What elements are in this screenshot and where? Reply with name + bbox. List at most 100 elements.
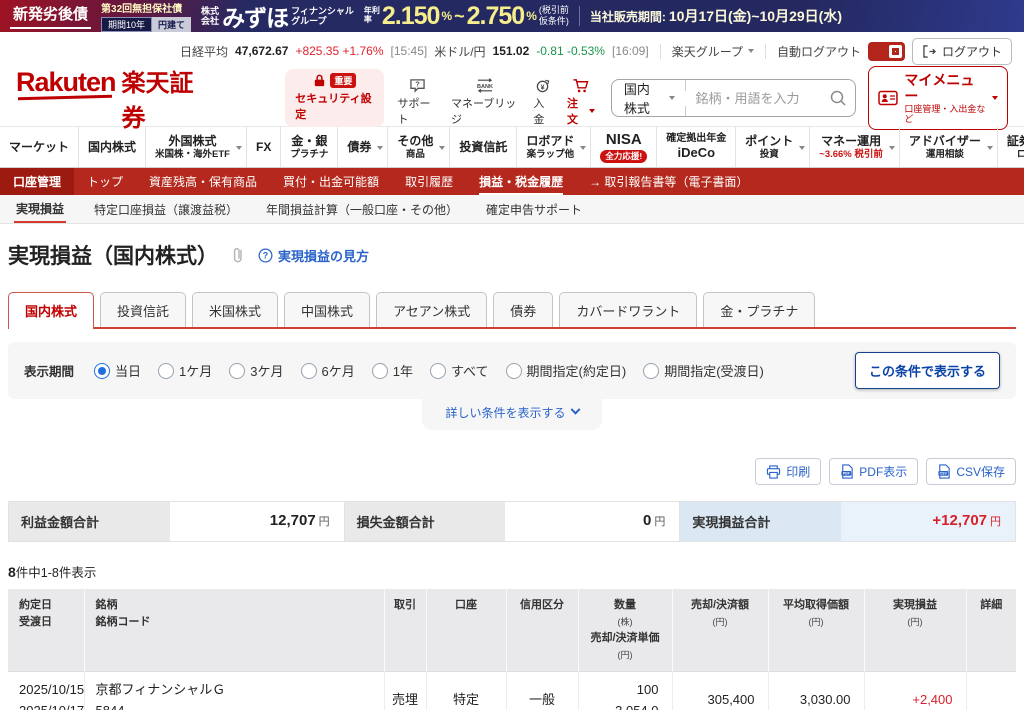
expand-conditions-container: 詳しい条件を表示する [422, 399, 602, 430]
paperclip-icon[interactable] [230, 246, 246, 264]
search-input[interactable] [685, 91, 827, 106]
radio-1month[interactable]: 1ケ月 [158, 361, 212, 380]
money-bridge-button[interactable]: BANK マネーブリッジ [451, 78, 519, 127]
chevron-down-icon [236, 146, 242, 150]
rakuten-securities-logo[interactable]: Rakuten 楽天証券 [16, 63, 201, 133]
pl-sub-nav: 実現損益 特定口座損益（譲渡益税） 年間損益計算（一般口座・その他） 確定申告サ… [0, 195, 1024, 224]
rakuten-group-dropdown[interactable]: 楽天グループ [672, 43, 754, 60]
pdf-file-icon: PDF [840, 464, 854, 479]
nav-trade-history[interactable]: 取引履歴 [392, 168, 466, 195]
nav-pl-tax-history[interactable]: 損益・税金履歴 [466, 168, 576, 195]
col-dates: 約定日受渡日 [8, 589, 84, 672]
radio-3month[interactable]: 3ケ月 [229, 361, 283, 380]
nav-point-invest[interactable]: ポイント 投資 [735, 127, 809, 167]
tab-funds[interactable]: 投資信託 [100, 292, 186, 327]
support-button[interactable]: ? サポート [398, 78, 437, 127]
nav-foreign-stock[interactable]: 外国株式 米国株・海外ETF [145, 127, 246, 167]
search-icon[interactable] [827, 89, 855, 107]
term-tag: 期間10年 [101, 17, 152, 32]
tab-china-stock[interactable]: 中国株式 [284, 292, 370, 327]
cell-name[interactable]: 京都フィナンシャルＧ5844 [84, 672, 384, 710]
profit-total-label: 利益金額合計 [9, 502, 170, 541]
nav-other-products[interactable]: その他 商品 [387, 127, 449, 167]
tab-us-stock[interactable]: 米国株式 [192, 292, 278, 327]
col-account: 口座 [426, 589, 506, 672]
deposit-button[interactable]: ¥ 入金 [533, 78, 553, 127]
radio-custom-trade-date[interactable]: 期間指定(約定日) [506, 361, 627, 380]
radio-custom-settle-date[interactable]: 期間指定(受渡日) [643, 361, 764, 380]
loss-total-label: 損失金額合計 [345, 502, 506, 541]
tab-covered-warrant[interactable]: カバードワラント [559, 292, 697, 327]
tab-asean-stock[interactable]: アセアン株式 [376, 292, 487, 327]
table-header-row: 約定日受渡日 銘柄銘柄コード 取引 口座 信用区分 数量(株)売却/決済単価(円… [8, 589, 1016, 672]
radio-1year[interactable]: 1年 [372, 361, 413, 380]
nav-securities-loan[interactable]: 証券担保 ローン [997, 127, 1024, 167]
subnav-tax-support[interactable]: 確定申告サポート [472, 195, 596, 223]
auto-logout-toggle[interactable] [868, 42, 905, 61]
nav-account-management[interactable]: 口座管理 [0, 168, 74, 195]
nav-top[interactable]: トップ [74, 168, 136, 195]
order-button[interactable]: 注文 [567, 78, 595, 127]
radio-icon [372, 363, 388, 379]
svg-text:BANK: BANK [477, 84, 493, 90]
nav-ideco[interactable]: 確定拠出年金 iDeCo [656, 127, 735, 167]
svg-text:CSV: CSV [940, 472, 948, 476]
tab-bonds[interactable]: 債券 [493, 292, 553, 327]
logout-icon [922, 45, 937, 58]
mizuho-bond-ad-banner[interactable]: 新発劣後債 第32回無担保社債 期間10年 円建て 株式 会社 みずほ フィナン… [0, 0, 1024, 32]
subnav-annual-pl[interactable]: 年間損益計算（一般口座・その他） [252, 195, 472, 223]
bank-transfer-icon: BANK [474, 78, 496, 93]
nav-fx[interactable]: FX [246, 127, 280, 167]
expand-conditions-link[interactable]: 詳しい条件を表示する [445, 404, 578, 421]
nav-roboad[interactable]: ロボアド 楽ラップ他 [516, 127, 590, 167]
nav-trade-reports[interactable]: → 取引報告書等（電子書面） [576, 168, 761, 195]
realized-pl-total-label: 実現損益合計 [680, 502, 841, 541]
chevron-down-icon [889, 146, 895, 150]
tab-gold-platinum[interactable]: 金・プラチナ [703, 292, 815, 327]
col-avg-cost: 平均取得価額(円) [768, 589, 864, 672]
radio-6month[interactable]: 6ケ月 [301, 361, 355, 380]
radio-today[interactable]: 当日 [94, 361, 141, 380]
nav-gold-platinum[interactable]: 金・銀 プラチナ [280, 127, 337, 167]
nav-asset-balance[interactable]: 資産残高・保有商品 [136, 168, 270, 195]
nikkei-change: +825.35 +1.76% [295, 44, 383, 58]
chevron-down-icon [589, 109, 595, 113]
search-control: 国内株式 [611, 79, 857, 117]
lock-icon [312, 73, 327, 88]
nav-bonds[interactable]: 債券 [337, 127, 387, 167]
col-amount: 売却/決済額(円) [672, 589, 768, 672]
search-category-select[interactable]: 国内株式 [612, 79, 685, 117]
nav-advisor[interactable]: アドバイザー 運用相談 [899, 127, 997, 167]
nav-funds[interactable]: 投資信託 [449, 127, 516, 167]
print-button[interactable]: 印刷 [755, 458, 821, 485]
nav-domestic-stock[interactable]: 国内株式 [78, 127, 145, 167]
nav-money-management[interactable]: マネー運用 ~3.66% 税引前 [809, 127, 899, 167]
logout-button[interactable]: ログアウト [912, 38, 1012, 65]
subnav-specific-account-pl[interactable]: 特定口座損益（譲渡益税） [80, 195, 252, 223]
pdf-view-button[interactable]: PDF PDF表示 [829, 458, 918, 485]
nav-nisa[interactable]: NISA 全力応援! [590, 127, 656, 167]
pl-help-link[interactable]: ? 実現損益の見方 [258, 246, 369, 265]
chevron-down-icon [580, 146, 586, 150]
interest-rate: 年利 率 2.150 % ~ 2.750 % (税引前 仮条件) [364, 2, 569, 31]
nav-market[interactable]: マーケット [0, 127, 78, 167]
apply-filter-button[interactable]: この条件で表示する [855, 352, 1000, 389]
profit-total-group: 利益金額合計 12,707円 [9, 502, 344, 541]
nikkei-label: 日経平均 [180, 43, 228, 60]
radio-icon [158, 363, 174, 379]
sales-period: 当社販売期間: 10月17日(金)~10月29日(水) [590, 6, 842, 26]
csv-save-button[interactable]: CSV CSV保存 [926, 458, 1016, 485]
nav-buying-power[interactable]: 買付・出金可能額 [270, 168, 392, 195]
account-nav: 口座管理 トップ 資産残高・保有商品 買付・出金可能額 取引履歴 損益・税金履歴… [0, 168, 1024, 195]
chevron-down-icon [570, 405, 580, 415]
radio-all[interactable]: すべて [430, 361, 489, 380]
security-settings-button[interactable]: 重要 セキュリティ設定 [285, 69, 383, 127]
product-tabs: 国内株式 投資信託 米国株式 中国株式 アセアン株式 債券 カバードワラント 金… [8, 292, 1016, 329]
subnav-realized-pl[interactable]: 実現損益 [0, 195, 80, 223]
radio-icon [506, 363, 522, 379]
period-filter-label: 表示期間 [24, 361, 74, 380]
chevron-down-icon [669, 96, 675, 100]
my-menu-button[interactable]: マイメニュー 口座管理・入出金など [868, 66, 1008, 131]
col-trade: 取引 [384, 589, 426, 672]
tab-domestic-stock[interactable]: 国内株式 [8, 292, 94, 329]
